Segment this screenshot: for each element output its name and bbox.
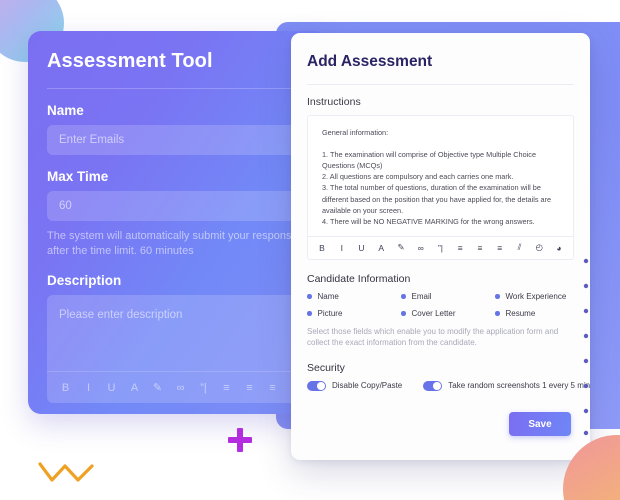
bullet-icon (307, 311, 312, 316)
text-color-icon[interactable]: A (124, 377, 145, 398)
bullet-icon (307, 294, 312, 299)
text-color-icon[interactable]: A (375, 241, 387, 255)
candidate-field-option[interactable]: Picture (307, 309, 401, 318)
bold-icon[interactable]: B (55, 377, 76, 398)
candidate-field-label: Name (317, 291, 339, 301)
security-option[interactable]: Take random screenshots 1 every 5 mins (423, 380, 590, 391)
align-left-icon[interactable]: ≡ (454, 241, 466, 255)
remove-format-icon[interactable]: ⫽ (514, 241, 526, 255)
decorative-dot-column (583, 258, 589, 436)
toggle-switch[interactable] (423, 380, 443, 391)
max-time-field-label: Max Time (47, 169, 109, 184)
bullet-icon (401, 311, 406, 316)
max-time-input[interactable]: 60 (47, 191, 325, 221)
fill-color-icon[interactable]: ◕ (553, 241, 565, 255)
assessment-tool-title: Assessment Tool (47, 50, 213, 72)
security-option-label: Disable Copy/Paste (332, 381, 403, 391)
candidate-field-label: Resume (505, 308, 536, 318)
candidate-field-option[interactable]: Email (401, 292, 495, 301)
instructions-editor[interactable]: General information: 1. The examination … (307, 115, 574, 260)
clock-icon[interactable]: ◴ (533, 241, 545, 255)
screenshot-stage: Assessment Tool Name Enter Emails Max Ti… (0, 0, 620, 500)
candidate-field-option[interactable]: Cover Letter (401, 309, 495, 318)
description-field-label: Description (47, 273, 122, 288)
decorative-plus (228, 428, 252, 452)
align-justify-icon[interactable]: ≡ (494, 241, 506, 255)
assessment-tool-card: Assessment Tool Name Enter Emails Max Ti… (28, 31, 328, 414)
security-option-label: Take random screenshots 1 every 5 mins (448, 381, 590, 391)
candidate-field-option[interactable]: Work Experience (495, 292, 575, 301)
bullet-icon (401, 294, 406, 299)
bullet-icon (495, 311, 500, 316)
blockquote-icon[interactable]: ”| (193, 377, 214, 398)
max-time-input-placeholder: 60 (59, 200, 72, 212)
candidate-field-label: Work Experience (505, 291, 567, 301)
align-center-icon[interactable]: ≡ (474, 241, 486, 255)
instructions-text: General information: 1. The examination … (322, 128, 552, 226)
blockquote-icon[interactable]: ”| (435, 241, 447, 255)
dialog-title: Add Assessment (307, 53, 433, 70)
toggle-switch[interactable] (307, 380, 326, 391)
security-options: Disable Copy/Paste Take random screenshot… (307, 380, 590, 391)
candidate-information-hint: Select those fields which enable you to … (307, 326, 559, 348)
highlighter-icon[interactable]: ✎ (147, 377, 168, 398)
security-option[interactable]: Disable Copy/Paste (307, 380, 403, 391)
candidate-field-option[interactable]: Name (307, 292, 401, 301)
security-heading: Security (307, 361, 345, 374)
max-time-hint-text: The system will automatically submit you… (47, 230, 304, 257)
align-left-icon[interactable]: ≡ (216, 377, 237, 398)
candidate-field-option[interactable]: Resume (495, 309, 575, 318)
name-input-placeholder: Enter Emails (59, 134, 125, 146)
underline-icon[interactable]: U (356, 241, 368, 255)
highlighter-icon[interactable]: ✎ (395, 241, 407, 255)
italic-icon[interactable]: I (78, 377, 99, 398)
save-button[interactable]: Save (509, 412, 571, 436)
align-justify-icon[interactable]: ≡ (262, 377, 283, 398)
description-editor-toolbar: B I U A ✎ ∞ ”| ≡ ≡ ≡ (47, 371, 325, 403)
name-field-label: Name (47, 103, 84, 118)
decorative-zigzag (38, 462, 94, 482)
instructions-label: Instructions (307, 96, 361, 108)
add-assessment-dialog: Add Assessment Instructions General info… (291, 33, 590, 460)
instructions-editor-toolbar: B I U A ✎ ∞ ”| ≡ ≡ ≡ ⫽ ◴ ◕ (308, 235, 573, 259)
bullet-icon (495, 294, 500, 299)
candidate-field-label: Cover Letter (411, 308, 456, 318)
align-center-icon[interactable]: ≡ (239, 377, 260, 398)
candidate-field-label: Email (411, 291, 432, 301)
candidate-information-heading: Candidate Information (307, 272, 411, 285)
italic-icon[interactable]: I (336, 241, 348, 255)
dialog-header-divider (307, 84, 574, 85)
candidate-field-label: Picture (317, 308, 343, 318)
link-icon[interactable]: ∞ (170, 377, 191, 398)
link-icon[interactable]: ∞ (415, 241, 427, 255)
name-input[interactable]: Enter Emails (47, 125, 325, 155)
description-editor-placeholder: Please enter description (59, 309, 183, 321)
underline-icon[interactable]: U (101, 377, 122, 398)
description-editor[interactable]: Please enter description B I U A ✎ ∞ ”| ≡ ≡ ≡ (47, 295, 325, 403)
assessment-header-divider (47, 88, 309, 89)
candidate-information-fields: Name Email Work Experience Picture Cover Let… (307, 292, 575, 318)
bold-icon[interactable]: B (316, 241, 328, 255)
